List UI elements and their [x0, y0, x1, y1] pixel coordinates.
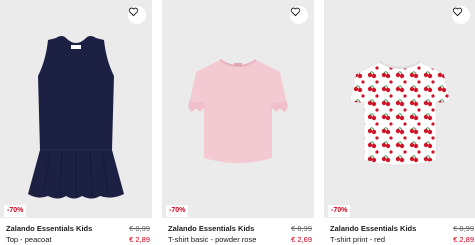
original-price: € 8,99	[129, 224, 150, 233]
product-image-pink-tshirt[interactable]: -70%	[162, 0, 314, 218]
product-name: Top - peacoat	[6, 235, 52, 244]
product-brand: Zalando Essentials Kids	[168, 224, 255, 233]
product-card[interactable]: -70% Zalando Essentials Kids € 8,99 T-sh…	[324, 0, 475, 245]
wishlist-button[interactable]	[452, 6, 470, 24]
discount-badge: -70%	[4, 205, 27, 217]
product-brand: Zalando Essentials Kids	[330, 224, 417, 233]
wishlist-button[interactable]	[290, 6, 308, 24]
product-name: T-shirt print - red	[330, 235, 386, 244]
product-card[interactable]: -70% Zalando Essentials Kids € 8,99 Top …	[0, 0, 152, 245]
pink-tshirt-illustration	[188, 59, 288, 163]
navy-top-illustration	[28, 36, 124, 199]
original-price: € 8,99	[291, 224, 312, 233]
discount-badge: -70%	[328, 205, 351, 217]
heart-outline-icon	[128, 7, 139, 17]
product-grid: -70% Zalando Essentials Kids € 8,99 Top …	[0, 0, 475, 245]
original-price: € 8,99	[453, 224, 474, 233]
product-image-navy-top[interactable]: -70%	[0, 0, 152, 218]
sale-price: € 2,89	[453, 235, 474, 244]
product-name: T-shirt basic - powder rose	[168, 235, 257, 244]
heart-outline-icon	[290, 7, 301, 17]
sale-price: € 2,89	[129, 235, 150, 244]
cherry-tshirt-illustration	[349, 61, 451, 166]
wishlist-button[interactable]	[128, 6, 146, 24]
sale-price: € 2,69	[291, 235, 312, 244]
heart-outline-icon	[452, 7, 463, 17]
discount-badge: -70%	[166, 205, 189, 217]
product-brand: Zalando Essentials Kids	[6, 224, 93, 233]
product-image-cherry-tshirt[interactable]: -70%	[324, 0, 475, 218]
product-card[interactable]: -70% Zalando Essentials Kids € 8,99 T-sh…	[162, 0, 314, 245]
